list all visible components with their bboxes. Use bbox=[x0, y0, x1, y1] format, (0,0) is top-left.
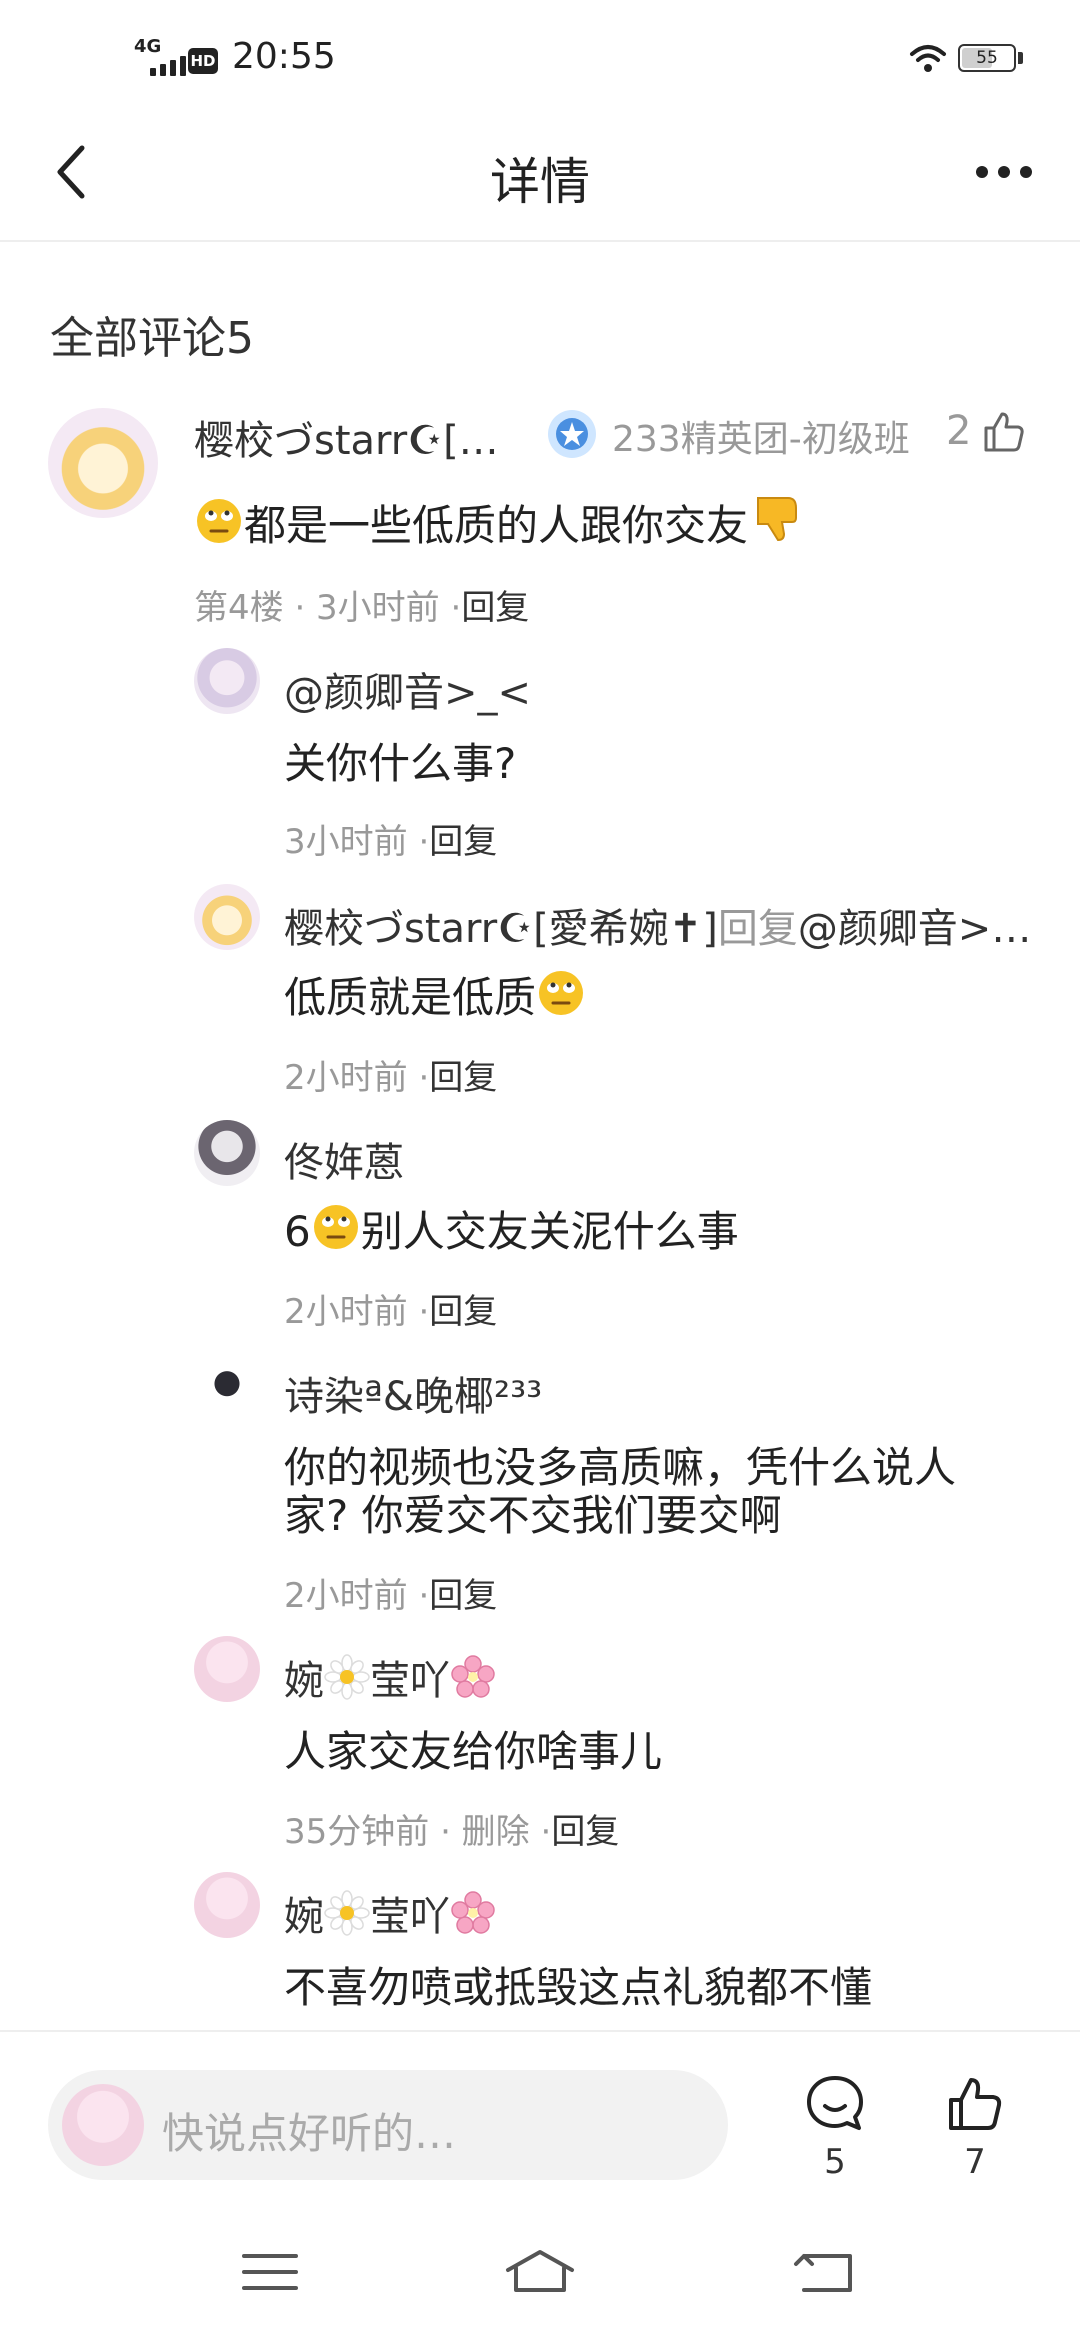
hd-icon: HD bbox=[188, 48, 218, 74]
comment-bubble-icon bbox=[807, 2076, 863, 2130]
reply-author[interactable]: 婉 莹吖 bbox=[284, 1648, 496, 1706]
rank-badge-label: 233精英团-初级班 bbox=[612, 419, 910, 460]
status-time: 20:55 bbox=[232, 36, 336, 77]
comment-input-placeholder: 快说点好听的… bbox=[162, 2109, 457, 2158]
reply-text: 低质就是低质 bbox=[284, 964, 586, 1025]
reply-author[interactable]: 婉 莹吖 bbox=[284, 1884, 496, 1942]
avatar bbox=[62, 2084, 144, 2166]
reply-button[interactable]: 回复 bbox=[461, 588, 529, 628]
wifi-icon bbox=[910, 45, 946, 72]
thumbs-up-icon[interactable] bbox=[980, 408, 1028, 456]
daisy-emoji-icon bbox=[324, 1890, 370, 1936]
like-count: 2 bbox=[946, 408, 972, 454]
reply-meta: 35分钟前 · 删除 ·回复 bbox=[284, 1812, 620, 1852]
reply-button[interactable]: 回复 bbox=[429, 1058, 497, 1098]
status-bar: 4G HD 20:55 55 bbox=[0, 0, 1080, 110]
reply-text: 人家交友给你啥事儿 bbox=[284, 1727, 663, 1776]
eye-roll-emoji-icon bbox=[197, 499, 241, 543]
reply-meta: 2小时前 ·回复 bbox=[284, 1576, 498, 1616]
reply-text-line-2: 家? 你爱交不交我们要交啊 bbox=[284, 1491, 782, 1540]
comment-text: 都是一些低质的人跟你交友 bbox=[194, 490, 804, 553]
more-button[interactable] bbox=[964, 140, 1044, 204]
daisy-emoji-icon bbox=[324, 1654, 370, 1700]
avatar[interactable] bbox=[48, 408, 158, 518]
avatar[interactable] bbox=[194, 1354, 260, 1420]
eye-roll-emoji-icon bbox=[539, 971, 584, 1015]
reply-meta: 3小时前 ·回复 bbox=[284, 822, 498, 862]
avatar[interactable] bbox=[194, 1872, 260, 1938]
reply-button[interactable]: 回复 bbox=[551, 1812, 619, 1852]
home-icon[interactable] bbox=[500, 2242, 580, 2302]
reply-text: 不喜勿喷或抵毁这点礼貌都不懂 bbox=[284, 1963, 873, 2012]
comment-count: 5 bbox=[824, 2142, 846, 2182]
rank-badge-icon bbox=[548, 410, 596, 458]
reply-button[interactable]: 回复 bbox=[429, 1292, 497, 1332]
battery-level: 55 bbox=[976, 48, 998, 68]
comment-meta: 第4楼 · 3小时前 ·回复 bbox=[194, 588, 530, 628]
comment-author[interactable]: 樱校づstarr☪[… bbox=[194, 408, 499, 466]
comments-section-title: 全部评论5 bbox=[50, 313, 254, 364]
like-button[interactable]: 7 bbox=[930, 2072, 1020, 2182]
page-title: 详情 bbox=[490, 153, 590, 211]
reply-author[interactable]: 樱校づstarr☪[愛希婉✝] bbox=[284, 906, 718, 952]
cherry-blossom-emoji-icon bbox=[451, 1891, 495, 1934]
reply-button[interactable]: 回复 bbox=[429, 822, 497, 862]
avatar[interactable] bbox=[194, 648, 260, 714]
thumbs-down-emoji-icon bbox=[757, 497, 798, 542]
back-nav-icon[interactable] bbox=[784, 2242, 864, 2302]
reply-author[interactable]: @颜卿音>_< bbox=[284, 660, 531, 718]
battery-icon: 55 bbox=[958, 44, 1016, 72]
header: 详情 bbox=[0, 110, 1080, 242]
avatar[interactable] bbox=[194, 1636, 260, 1702]
network-type: 4G bbox=[134, 36, 162, 57]
comment-button[interactable]: 5 bbox=[790, 2072, 880, 2182]
reply-meta: 2小时前 ·回复 bbox=[284, 1058, 498, 1098]
reply-text: 6 别人交友关泥什么事 bbox=[284, 1198, 739, 1259]
thumbs-up-icon bbox=[949, 2078, 1002, 2130]
reply-author[interactable]: 诗染ª&晚椰²³³ bbox=[284, 1364, 542, 1422]
eye-roll-emoji-icon bbox=[313, 1205, 358, 1249]
reply-meta: 2小时前 ·回复 bbox=[284, 1292, 498, 1332]
avatar[interactable] bbox=[194, 1120, 260, 1186]
system-nav-bar bbox=[0, 2220, 1080, 2340]
cherry-blossom-emoji-icon bbox=[451, 1655, 495, 1698]
more-dots-icon bbox=[976, 166, 988, 178]
reply-text: 关你什么事? bbox=[284, 739, 517, 788]
avatar[interactable] bbox=[194, 884, 260, 950]
reply-button[interactable]: 回复 bbox=[429, 1576, 497, 1616]
like-count: 7 bbox=[964, 2142, 986, 2182]
comment-input[interactable]: 快说点好听的… bbox=[48, 2070, 728, 2180]
reply-author[interactable]: 佟姩蒽 bbox=[284, 1130, 404, 1188]
menu-icon[interactable] bbox=[230, 2242, 310, 2302]
reply-author-line: 樱校づstarr☪[愛希婉✝]回复@颜卿音>… bbox=[284, 906, 1032, 952]
reply-target[interactable]: @颜卿音>… bbox=[798, 906, 1032, 952]
